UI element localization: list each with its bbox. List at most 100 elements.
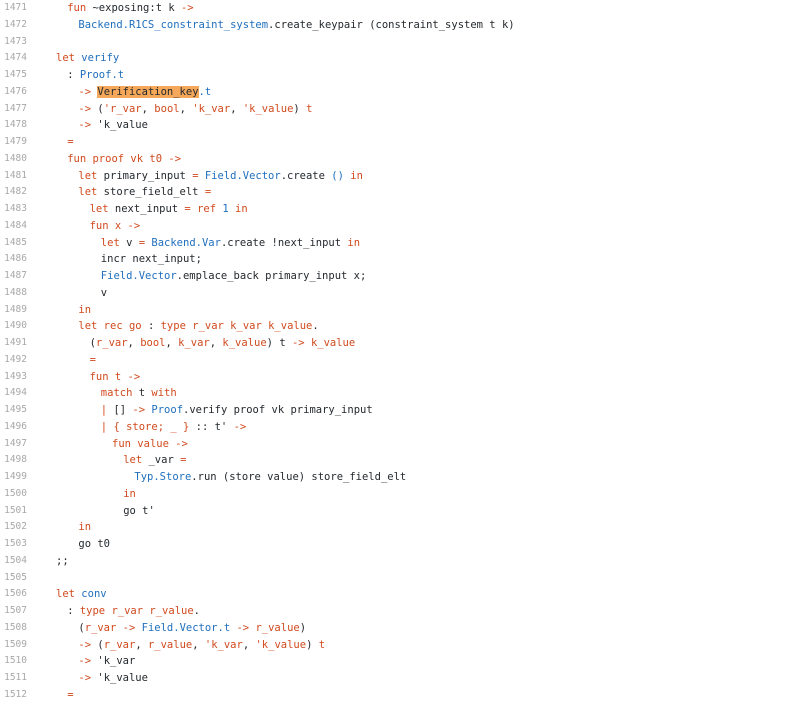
code-text: 'k_var — [91, 655, 136, 668]
line-number[interactable]: 1512 — [0, 687, 27, 704]
code-viewer: 1471 fun ~exposing:t k -> 1472 Backend.R1CS… — [0, 0, 800, 708]
line-number[interactable]: 1498 — [0, 452, 27, 469]
code-line: 1498 let _var = — [0, 452, 800, 469]
line-number[interactable]: 1481 — [0, 168, 27, 185]
code-text: next_input — [108, 203, 185, 215]
line-number[interactable]: 1493 — [0, 369, 27, 386]
code-line: 1472 Backend.R1CS_constraint_system.creat… — [0, 17, 800, 34]
line-number[interactable]: 1486 — [0, 251, 27, 268]
code-line: 1505 — [0, 570, 800, 587]
line-number[interactable]: 1479 — [0, 134, 27, 151]
line-number[interactable]: 1477 — [0, 101, 27, 118]
code-keyword: -> — [175, 437, 188, 450]
line-code: -> ('r_var, bool, 'k_var, 'k_value) t — [78, 101, 312, 118]
line-number[interactable]: 1475 — [0, 67, 27, 84]
line-code: -> 'k_value — [78, 670, 148, 687]
line-number[interactable]: 1488 — [0, 285, 27, 302]
line-number[interactable]: 1505 — [0, 570, 27, 587]
code-line: 1487 Field.Vector.emplace_back primary_in… — [0, 268, 800, 285]
line-number[interactable]: 1474 — [0, 50, 27, 67]
line-number[interactable]: 1497 — [0, 436, 27, 453]
line-code: Field.Vector.emplace_back primary_input … — [101, 268, 367, 285]
line-code: let next_input = ref 1 in — [90, 201, 248, 218]
code-text: : — [141, 320, 161, 333]
line-number[interactable]: 1510 — [0, 653, 27, 670]
line-number[interactable]: 1504 — [0, 553, 27, 570]
line-code: in — [78, 302, 91, 319]
line-code: match t with — [101, 385, 177, 402]
line-number[interactable]: 1473 — [0, 34, 27, 51]
code-identifier: Field.Vector — [204, 169, 281, 182]
code-identifier: Backend.R1CS_constraint_system — [78, 18, 269, 31]
line-number[interactable]: 1501 — [0, 503, 27, 520]
line-number[interactable]: 1511 — [0, 670, 27, 687]
line-number[interactable]: 1496 — [0, 419, 27, 436]
line-number[interactable]: 1494 — [0, 385, 27, 402]
code-text: incr next_input; — [100, 253, 202, 266]
code-keyword: -> — [78, 638, 92, 651]
code-text: store_field_elt — [97, 186, 205, 199]
code-identifier: Proof — [151, 404, 184, 416]
code-text: go t0 — [78, 538, 110, 550]
code-line: 1482 let store_field_elt = — [0, 184, 800, 201]
code-keyword: go — [128, 320, 142, 333]
line-code: let v = Backend.Var.create !next_input i… — [101, 235, 360, 252]
line-code: fun ~exposing:t k -> — [67, 0, 193, 17]
code-keyword: 'k_value — [242, 102, 294, 115]
line-number[interactable]: 1484 — [0, 218, 27, 235]
line-number[interactable]: 1483 — [0, 201, 27, 218]
code-text: .verify proof vk primary_input — [183, 404, 373, 416]
code-identifier: Field.Vector.t — [141, 621, 231, 634]
code-keyword: bool — [154, 102, 180, 115]
code-keyword: fun — [89, 370, 109, 383]
line-number[interactable]: 1508 — [0, 620, 27, 637]
line-number[interactable]: 1492 — [0, 352, 27, 369]
line-number[interactable]: 1485 — [0, 235, 27, 252]
code-keyword: fun — [112, 437, 131, 450]
code-keyword: -> — [122, 621, 136, 634]
code-text: , — [192, 638, 205, 651]
line-number[interactable]: 1509 — [0, 637, 27, 654]
line-number[interactable]: 1502 — [0, 519, 27, 536]
code-keyword: { store; _ } — [113, 420, 190, 433]
line-number[interactable]: 1490 — [0, 318, 27, 335]
code-keyword: -> — [78, 655, 92, 668]
line-number[interactable]: 1495 — [0, 402, 27, 419]
line-number[interactable]: 1491 — [0, 335, 27, 352]
line-number[interactable]: 1472 — [0, 17, 27, 34]
code-text: , — [165, 337, 179, 349]
line-number[interactable]: 1482 — [0, 184, 27, 201]
line-code: ;; — [56, 553, 69, 570]
line-number[interactable]: 1476 — [0, 84, 27, 101]
line-number[interactable]: 1480 — [0, 151, 27, 168]
code-identifier: conv — [81, 588, 107, 601]
code-line: 1494 match t with — [0, 385, 800, 402]
line-code: : Proof.t — [67, 67, 124, 84]
code-keyword: in — [123, 487, 136, 500]
code-keyword: let — [56, 588, 75, 601]
line-number[interactable]: 1471 — [0, 0, 27, 17]
code-text: .emplace_back primary_input x; — [176, 270, 367, 282]
line-code: fun value -> — [112, 436, 188, 453]
code-keyword: k_value — [268, 320, 313, 333]
code-line: 1503 go t0 — [0, 536, 800, 553]
code-keyword: type — [79, 605, 106, 617]
line-code: Typ.Store.run (store value) store_field_… — [134, 469, 406, 486]
code-keyword: r_var — [95, 337, 128, 349]
line-number[interactable]: 1506 — [0, 586, 27, 603]
code-text: v — [119, 236, 139, 249]
code-line: 1488 v — [0, 285, 800, 302]
code-line: 1493 fun t -> — [0, 369, 800, 386]
line-number[interactable]: 1500 — [0, 486, 27, 503]
code-text: .create — [280, 169, 332, 182]
line-number[interactable]: 1499 — [0, 469, 27, 486]
code-keyword: let — [89, 203, 109, 215]
code-text: , — [230, 102, 243, 115]
line-number[interactable]: 1478 — [0, 117, 27, 134]
line-number[interactable]: 1489 — [0, 302, 27, 319]
line-code: let primary_input = Field.Vector.create … — [78, 168, 363, 185]
line-number[interactable]: 1487 — [0, 268, 27, 285]
line-number[interactable]: 1503 — [0, 536, 27, 553]
code-keyword: -> — [127, 370, 141, 383]
line-number[interactable]: 1507 — [0, 603, 27, 620]
